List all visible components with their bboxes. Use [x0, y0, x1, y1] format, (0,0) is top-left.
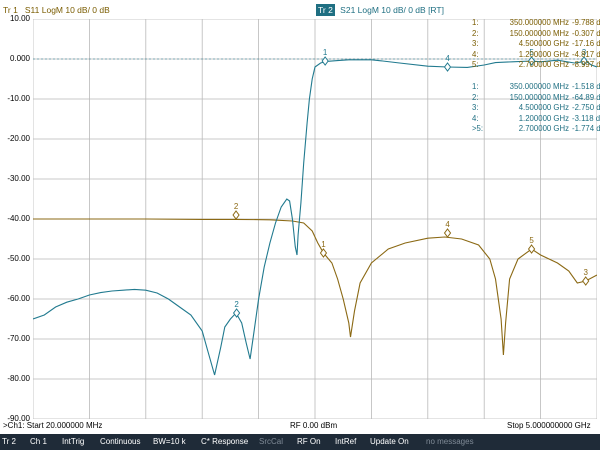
y-tick-label: -80.00: [7, 374, 30, 383]
marker-id: >5:: [472, 124, 484, 134]
marker-label: 2: [234, 300, 239, 309]
marker-value: -8.997 dB: [572, 60, 600, 70]
marker-label: 1: [323, 48, 328, 57]
y-tick-label: 0.000: [9, 54, 30, 63]
marker-value: -3.118 dB: [572, 113, 600, 123]
trace1-format: S11 LogM 10 dB/ 0 dB: [24, 5, 110, 15]
marker-frequency: 2.700000 GHz: [518, 124, 569, 134]
y-tick-label: -40.00: [7, 214, 30, 223]
rf-power[interactable]: RF 0.00 dBm: [290, 419, 337, 433]
marker-frequency: 4.500000 GHz: [518, 39, 569, 49]
y-tick-label: -50.00: [7, 254, 30, 263]
status-bar: Tr 2 Ch 1 IntTrig Continuous BW=10 k C* Respo…: [0, 434, 600, 450]
marker-label: 2: [234, 202, 239, 211]
marker-label: 4: [445, 220, 450, 229]
marker-frequency: 2.700000 GHz: [518, 60, 569, 70]
marker-frequency: 150.000000 MHz: [509, 92, 569, 102]
marker-id: 2:: [472, 28, 479, 38]
y-tick-label: -60.00: [7, 294, 30, 303]
marker-diamond: [321, 56, 329, 66]
stop-frequency[interactable]: Stop 5.000000000 GHz: [507, 419, 591, 433]
marker-diamond: [232, 210, 240, 220]
marker-frequency: 1.200000 GHz: [518, 113, 569, 123]
status-update-on[interactable]: Update On: [370, 434, 409, 450]
marker-id: 1:: [472, 18, 479, 27]
marker-diamond: [443, 228, 452, 238]
status-inttrig[interactable]: IntTrig: [62, 434, 84, 450]
status-ch-1[interactable]: Ch 1: [30, 434, 47, 450]
marker-id: 3:: [472, 39, 479, 49]
marker-value: -17.16 dB: [572, 39, 600, 49]
y-tick-label: 10.00: [9, 14, 30, 23]
status-no-messages[interactable]: no messages: [426, 434, 474, 450]
vna-screen: Tr 1 S11 LogM 10 dB/ 0 dB Tr 2 S21 LogM …: [0, 0, 600, 450]
marker-frequency: 1.200000 GHz: [518, 49, 569, 59]
marker-diamond: [527, 244, 536, 254]
marker-label: 5: [529, 236, 534, 245]
marker-id: 3:: [472, 103, 479, 113]
y-tick-label: -20.00: [7, 134, 30, 143]
status-intref[interactable]: IntRef: [335, 434, 356, 450]
marker-id: 5:: [472, 60, 479, 70]
marker-label: 4: [445, 54, 450, 63]
trace2-label: Tr 2: [316, 4, 335, 16]
status-bw-10-k[interactable]: BW=10 k: [153, 434, 186, 450]
marker-diamond: [232, 308, 241, 318]
start-frequency[interactable]: >Ch1: Start 20.000000 MHz: [3, 419, 102, 433]
marker-value: -64.89 dB: [572, 92, 600, 102]
trace2-format: S21 LogM 10 dB/ 0 dB [RT]: [340, 5, 444, 15]
marker-id: 2:: [472, 92, 479, 102]
y-tick-label: -10.00: [7, 94, 30, 103]
marker-value: -0.307 dB: [572, 28, 600, 38]
marker-diamond: [443, 62, 452, 72]
marker-frequency: 350.000000 MHz: [509, 82, 569, 91]
status-tr-2[interactable]: Tr 2: [2, 434, 16, 450]
marker-value: -4.817 dB: [572, 49, 600, 59]
marker-value: -1.774 dB: [572, 124, 600, 134]
marker-value: -1.518 dB: [572, 82, 600, 91]
y-tick-label: -30.00: [7, 174, 30, 183]
marker-id: 4:: [472, 49, 479, 59]
marker-label: 3: [583, 268, 588, 277]
marker-id: 4:: [472, 113, 479, 123]
status-continuous[interactable]: Continuous: [100, 434, 140, 450]
marker-frequency: 4.500000 GHz: [518, 103, 569, 113]
marker-frequency: 350.000000 MHz: [509, 18, 569, 27]
channel-footer: >Ch1: Start 20.000000 MHz RF 0.00 dBm St…: [0, 419, 600, 433]
y-tick-label: -70.00: [7, 334, 30, 343]
status-c-response[interactable]: C* Response: [201, 434, 248, 450]
marker-value: -9.788 dB: [572, 18, 600, 27]
marker-value: -2.750 dB: [572, 103, 600, 113]
marker-label: 1: [321, 240, 326, 249]
plot-area[interactable]: 1234512345: [33, 19, 597, 419]
marker-frequency: 150.000000 MHz: [509, 28, 569, 38]
marker-id: 1:: [472, 82, 479, 91]
marker-diamond: [582, 276, 590, 286]
status-rf-on[interactable]: RF On: [297, 434, 321, 450]
status-srccal[interactable]: SrcCal: [259, 434, 283, 450]
plot-svg: 1234512345: [33, 19, 597, 419]
trace2-title[interactable]: Tr 2 S21 LogM 10 dB/ 0 dB [RT]: [316, 4, 444, 16]
